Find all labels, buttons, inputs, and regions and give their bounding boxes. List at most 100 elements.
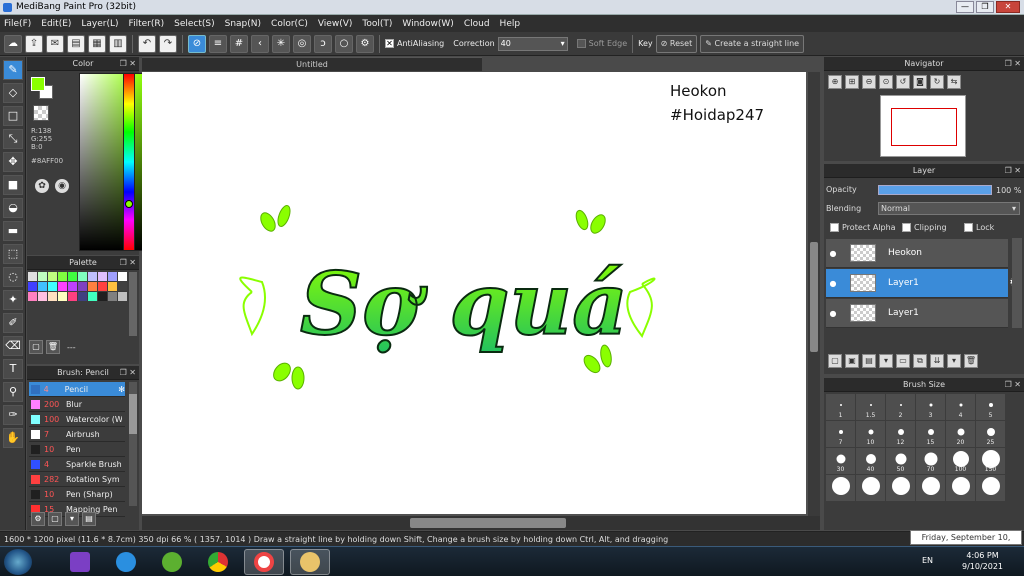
brush-size-cell[interactable] xyxy=(856,475,885,501)
transparent-color-swatch[interactable] xyxy=(33,105,49,121)
protect-alpha-option[interactable]: Protect Alpha xyxy=(830,223,896,232)
brush-doc-icon[interactable]: ▢ xyxy=(48,512,62,526)
menu-help[interactable]: Help xyxy=(500,19,521,29)
brush-size-cell[interactable]: 4 xyxy=(946,394,975,420)
palette-swatch[interactable] xyxy=(98,292,107,301)
divide-tool-icon[interactable]: ⚲ xyxy=(3,382,23,402)
select-tool-icon[interactable]: ⬚ xyxy=(3,244,23,264)
palette-swatch[interactable] xyxy=(38,292,47,301)
palette-swatch[interactable] xyxy=(58,272,67,281)
navigator-viewport[interactable] xyxy=(891,108,957,146)
brush-size-cell[interactable]: 1 xyxy=(826,394,855,420)
palette-swatch[interactable] xyxy=(48,272,57,281)
brush-size-cell[interactable]: 5 xyxy=(976,394,1005,420)
menu-select[interactable]: Select(S) xyxy=(174,19,215,29)
menu-filter[interactable]: Filter(R) xyxy=(129,19,165,29)
canvas-horizontal-scrollbar[interactable] xyxy=(142,516,820,530)
palette-swatch[interactable] xyxy=(78,272,87,281)
panel-close-icon[interactable]: ❐ ✕ xyxy=(120,366,136,380)
maximize-button[interactable]: ❐ xyxy=(976,1,994,13)
circle-snap-icon[interactable]: ◎ xyxy=(293,34,311,53)
rotate-right-icon[interactable]: ↻ xyxy=(930,75,944,89)
palette-swatch[interactable] xyxy=(88,282,97,291)
palette-swatch[interactable] xyxy=(68,282,77,291)
brush-size-cell[interactable] xyxy=(976,475,1005,501)
palette-swatch[interactable] xyxy=(98,272,107,281)
brush-size-cell[interactable] xyxy=(946,475,975,501)
visibility-icon[interactable]: ● xyxy=(826,249,840,258)
taskbar-app-chrome[interactable] xyxy=(198,549,238,575)
taskbar-app-paint[interactable] xyxy=(290,549,330,575)
menu-cloud[interactable]: Cloud xyxy=(464,19,490,29)
eyedropper-tool-icon[interactable]: ✑ xyxy=(3,405,23,425)
protect-alpha-checkbox[interactable] xyxy=(830,223,839,232)
palette-swatch[interactable] xyxy=(58,292,67,301)
brush-size-cell[interactable]: 25 xyxy=(976,421,1005,447)
brush-item[interactable]: 100 Watercolor (W xyxy=(29,412,125,427)
snap-off-icon[interactable]: ⊘ xyxy=(188,34,206,53)
palette-icon[interactable]: ✿ xyxy=(35,179,49,193)
brush-item[interactable]: 200 Blur xyxy=(29,397,125,412)
redo-icon[interactable]: ↷ xyxy=(159,34,177,53)
delete-palette-icon[interactable]: 🗑 xyxy=(46,340,60,354)
panel-close-icon[interactable]: ❐ ✕ xyxy=(1005,378,1021,392)
curve-snap-icon[interactable]: ↄ xyxy=(314,34,332,53)
palette-swatch[interactable] xyxy=(38,272,47,281)
taskbar-app-green[interactable] xyxy=(152,549,192,575)
layer-menu-icon[interactable]: ▾ xyxy=(947,354,961,368)
dot-brush-tool-icon[interactable]: ⤡ xyxy=(3,129,23,149)
palette-scrollbar[interactable] xyxy=(129,272,137,336)
new-folder-icon[interactable]: ▭ xyxy=(896,354,910,368)
layer-row[interactable]: ● Heokon xyxy=(826,239,1008,268)
gear-icon[interactable]: ✻ xyxy=(118,385,125,394)
select-pen-tool-icon[interactable]: ✐ xyxy=(3,313,23,333)
panel-close-icon[interactable]: ❐ ✕ xyxy=(120,256,136,270)
taskbar-app-ie[interactable] xyxy=(106,549,146,575)
rotate-reset-icon[interactable]: ◙ xyxy=(913,75,927,89)
gradient-tool-icon[interactable]: ▬ xyxy=(3,221,23,241)
brush-size-cell[interactable]: 2 xyxy=(886,394,915,420)
palette-swatch[interactable] xyxy=(28,292,37,301)
grid-snap-icon[interactable]: # xyxy=(230,34,248,53)
hue-slider[interactable] xyxy=(123,73,135,251)
layer-row[interactable]: ●Layer1⚙ xyxy=(826,269,1020,298)
add-palette-icon[interactable]: ▢ xyxy=(29,340,43,354)
palette-swatch[interactable] xyxy=(68,272,77,281)
palette-swatch[interactable] xyxy=(58,282,67,291)
magic-wand-tool-icon[interactable]: ✦ xyxy=(3,290,23,310)
zoom-fit-icon[interactable]: ⊞ xyxy=(845,75,859,89)
palette-swatch[interactable] xyxy=(88,272,97,281)
cloud-icon[interactable]: ☁ xyxy=(4,34,22,53)
shape-tool-icon[interactable]: □ xyxy=(3,106,23,126)
canvas-vertical-scrollbar[interactable] xyxy=(808,72,820,516)
straight-line-button[interactable]: ✎ Create a straight line xyxy=(700,34,805,53)
start-button[interactable] xyxy=(4,549,32,575)
add-brush-icon[interactable]: ⚙ xyxy=(31,512,45,526)
save-icon[interactable]: ▦ xyxy=(88,34,106,53)
brush-item[interactable]: 4 Sparkle Brush xyxy=(29,457,125,472)
panel-close-icon[interactable]: ❐ ✕ xyxy=(1005,57,1021,71)
opacity-slider[interactable] xyxy=(878,185,992,195)
document-tab[interactable]: Untitled xyxy=(142,57,482,71)
undo-icon[interactable]: ↶ xyxy=(138,34,156,53)
close-button[interactable]: ✕ xyxy=(996,1,1020,13)
visibility-icon[interactable]: ● xyxy=(826,279,840,288)
brush-menu-icon[interactable]: ▾ xyxy=(65,512,79,526)
menu-file[interactable]: File(F) xyxy=(4,19,31,29)
palette-swatch[interactable] xyxy=(28,282,37,291)
soft-edge-checkbox[interactable] xyxy=(576,39,586,48)
fill-shape-tool-icon[interactable]: ■ xyxy=(3,175,23,195)
text-tool-icon[interactable]: T xyxy=(3,359,23,379)
menu-edit[interactable]: Edit(E) xyxy=(41,19,71,29)
eraser-tool-icon[interactable]: ◇ xyxy=(3,83,23,103)
new-file-icon[interactable]: ▤ xyxy=(67,34,85,53)
menu-color[interactable]: Color(C) xyxy=(271,19,308,29)
palette-swatch[interactable] xyxy=(88,292,97,301)
brush-size-cell[interactable]: 12 xyxy=(886,421,915,447)
brush-size-cell[interactable]: 50 xyxy=(886,448,915,474)
hue-slider-knob[interactable] xyxy=(125,200,133,208)
clock[interactable]: 4:06 PM 9/10/2021 xyxy=(962,550,1003,572)
brush-settings-icon[interactable]: ▤ xyxy=(82,512,96,526)
palette-swatch[interactable] xyxy=(68,292,77,301)
brush-item[interactable]: 10 Pen xyxy=(29,442,125,457)
